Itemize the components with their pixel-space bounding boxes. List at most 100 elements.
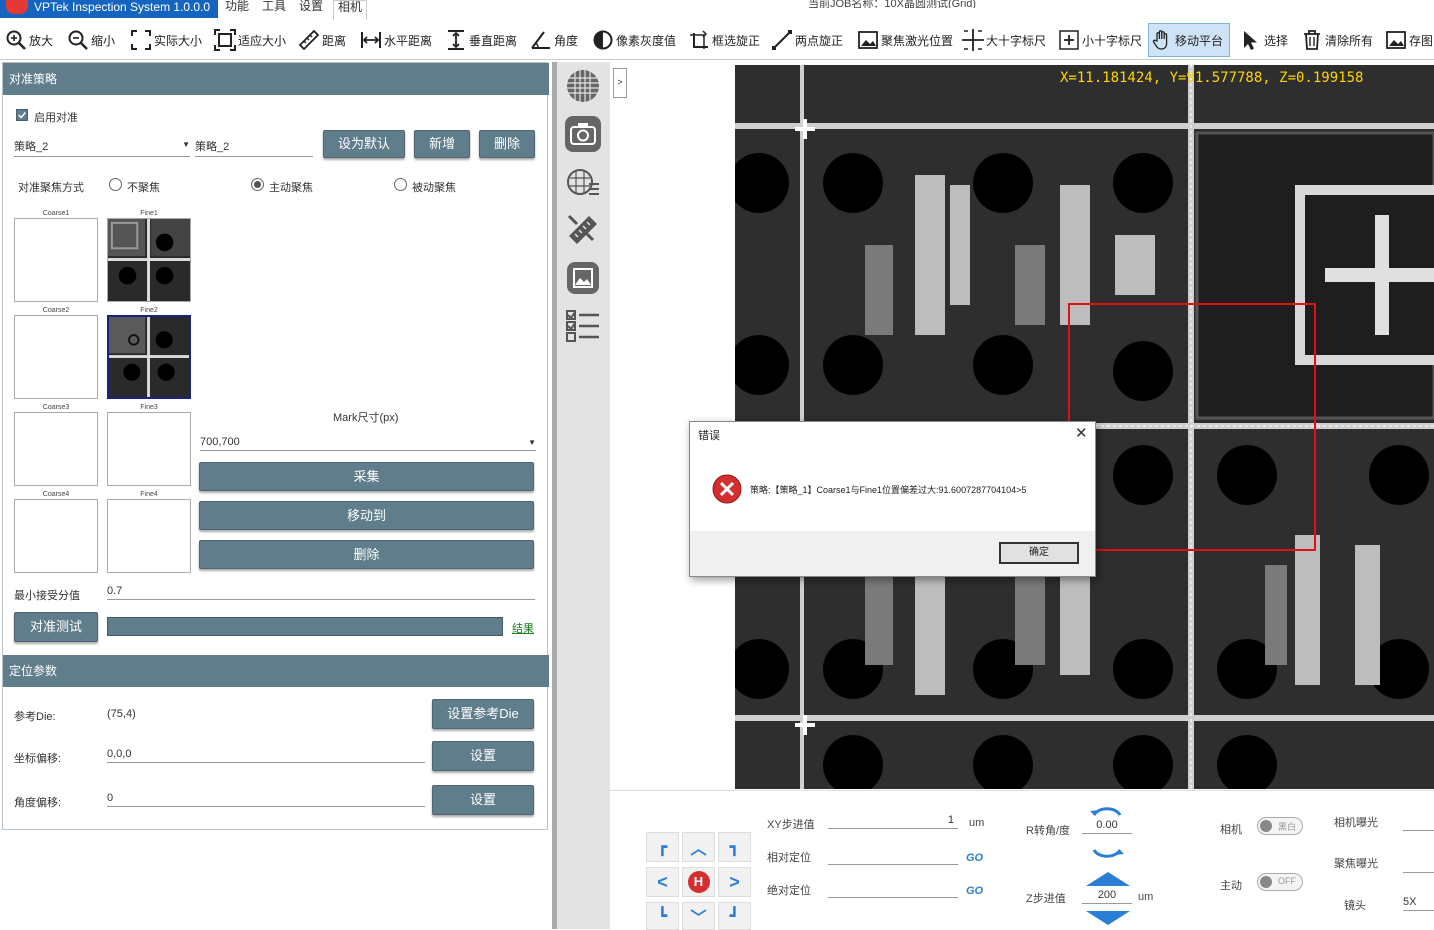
menu-camera[interactable]: 相机 [333, 0, 368, 20]
wafer-list-icon[interactable] [565, 164, 601, 200]
move-down-left-button[interactable]: ┗ [646, 902, 679, 930]
active-toggle[interactable]: OFF [1257, 873, 1303, 891]
cam-exposure-input[interactable] [1403, 815, 1434, 831]
fine4-thumb[interactable] [107, 499, 191, 573]
image-view-icon[interactable] [565, 260, 601, 296]
coord-offset-input[interactable]: 0,0,0 [107, 748, 425, 763]
coarse2-thumb[interactable] [14, 315, 98, 399]
ok-button[interactable]: 确定 [999, 542, 1079, 564]
coarse4-thumb[interactable] [14, 499, 98, 573]
zoom-out-button[interactable]: 缩小 [67, 26, 115, 54]
align-test-button[interactable]: 对准测试 [14, 612, 98, 642]
zoom-in-button[interactable]: 放大 [5, 26, 53, 54]
close-icon[interactable]: ✕ [1075, 424, 1088, 442]
focus-mode-label: 对准聚焦方式 [18, 182, 84, 194]
checklist-icon[interactable] [565, 308, 601, 344]
abs-pos-input[interactable] [828, 882, 958, 898]
z-step-input[interactable]: 200 [1082, 889, 1132, 904]
pixel-gray-button[interactable]: 像素灰度值 [592, 26, 676, 54]
focus-none-radio[interactable] [109, 178, 122, 191]
dropdown-arrow-icon: ▼ [182, 140, 190, 149]
angle-button[interactable]: 角度 [530, 26, 578, 54]
small-cross-button[interactable]: 小十字标尺 [1058, 26, 1142, 54]
move-right-button[interactable]: > [718, 867, 751, 897]
move-up-button[interactable]: ︿ [682, 832, 715, 862]
chevron-right-icon: > [617, 77, 623, 87]
save-image-button[interactable]: 存图 [1385, 26, 1433, 54]
min-score-label: 最小接受分值 [14, 590, 80, 602]
set-coord-offset-button[interactable]: 设置 [432, 741, 534, 771]
xy-step-input[interactable]: 1 [828, 814, 958, 829]
two-point-rotate-button[interactable]: 两点旋正 [771, 26, 843, 54]
focus-active-radio[interactable] [251, 178, 264, 191]
focus-exposure-input[interactable] [1403, 857, 1434, 873]
home-button[interactable]: H [682, 867, 715, 897]
min-score-value: 0.7 [107, 585, 123, 597]
r-angle-input[interactable]: 0.00 [1082, 819, 1132, 834]
menu-tools[interactable]: 工具 [262, 0, 286, 18]
actual-size-button[interactable]: 实际大小 [130, 26, 202, 54]
h-distance-button[interactable]: 水平距离 [360, 26, 432, 54]
coarse3-thumb[interactable] [14, 412, 98, 486]
set-angle-offset-button[interactable]: 设置 [432, 785, 534, 815]
strategy-name-input[interactable]: 策略_2 [195, 138, 313, 157]
result-link[interactable]: 结果 [512, 620, 534, 636]
fine2-thumb[interactable] [107, 315, 191, 399]
menu-function[interactable]: 功能 [225, 0, 249, 18]
camera-toggle[interactable]: 黑白 [1257, 817, 1303, 835]
menu-settings[interactable]: 设置 [299, 0, 323, 18]
clear-all-button[interactable]: 清除所有 [1301, 26, 1373, 54]
move-down-button[interactable]: ﹀ [682, 902, 715, 930]
distance-button[interactable]: 距离 [298, 26, 346, 54]
coarse1-caption: Coarse1 [42, 210, 70, 217]
move-stage-button[interactable]: 移动平台 [1148, 23, 1231, 57]
enable-align-checkbox[interactable] [16, 109, 28, 121]
move-down-right-button[interactable]: ┛ [718, 902, 751, 930]
set-default-button[interactable]: 设为默认 [323, 130, 405, 158]
remove-mark-button[interactable]: 删除 [199, 540, 534, 569]
v-distance-button[interactable]: 垂直距离 [445, 26, 517, 54]
focus-laser-button[interactable]: 聚焦激光位置 [857, 26, 953, 54]
rel-pos-input[interactable] [828, 849, 958, 865]
move-left-button[interactable]: < [646, 867, 679, 897]
lens-select[interactable]: 5X [1403, 896, 1434, 911]
move-to-button[interactable]: 移动到 [199, 501, 534, 530]
h-distance-label: 水平距离 [384, 33, 433, 48]
job-name: 当前JOB名称：10X晶圆测试(Grid) [808, 0, 977, 8]
focus-passive-radio[interactable] [394, 178, 407, 191]
move-up-left-button[interactable]: ┏ [646, 832, 679, 862]
move-up-right-button[interactable]: ┓ [718, 832, 751, 862]
z-step-value: 200 [1097, 889, 1117, 901]
strategy-select[interactable]: 策略_2 ▼ [14, 138, 190, 157]
rotate-cw-icon[interactable] [1090, 848, 1124, 864]
collapse-toggle[interactable]: > [613, 68, 627, 98]
rotate-ccw-icon[interactable] [1090, 801, 1124, 817]
strategy-select-value: 策略_2 [14, 141, 49, 153]
select-button[interactable]: 选择 [1240, 26, 1288, 54]
fit-size-button[interactable]: 适应大小 [214, 26, 286, 54]
measure-tools-icon[interactable] [565, 212, 601, 248]
capture-button[interactable]: 采集 [199, 462, 534, 491]
abs-pos-label: 绝对定位 [767, 885, 811, 897]
abs-go-button[interactable]: GO [966, 885, 983, 897]
fine1-thumb[interactable] [107, 218, 191, 302]
delete-strategy-button[interactable]: 删除 [479, 130, 535, 158]
z-up-icon[interactable] [1086, 872, 1130, 886]
angle-offset-input[interactable]: 0 [107, 792, 425, 807]
v-distance-icon [448, 30, 464, 50]
image-icon [858, 31, 878, 49]
z-down-icon[interactable] [1086, 911, 1130, 925]
rel-go-button[interactable]: GO [966, 852, 983, 864]
add-strategy-button[interactable]: 新增 [414, 130, 470, 158]
box-rotate-button[interactable]: 框选旋正 [688, 26, 760, 54]
big-cross-button[interactable]: 大十字标尺 [962, 26, 1046, 54]
fine3-thumb[interactable] [107, 412, 191, 486]
lens-label: 镜头 [1344, 900, 1366, 912]
grid-globe-icon[interactable] [565, 68, 601, 104]
mark-size-select[interactable]: 700,700 ▼ [200, 436, 536, 451]
min-score-input[interactable]: 0.7 [107, 585, 535, 600]
set-ref-die-button[interactable]: 设置参考Die [432, 699, 534, 729]
coarse1-thumb[interactable] [14, 218, 98, 302]
camera-icon[interactable] [565, 116, 601, 152]
error-icon [712, 474, 742, 504]
